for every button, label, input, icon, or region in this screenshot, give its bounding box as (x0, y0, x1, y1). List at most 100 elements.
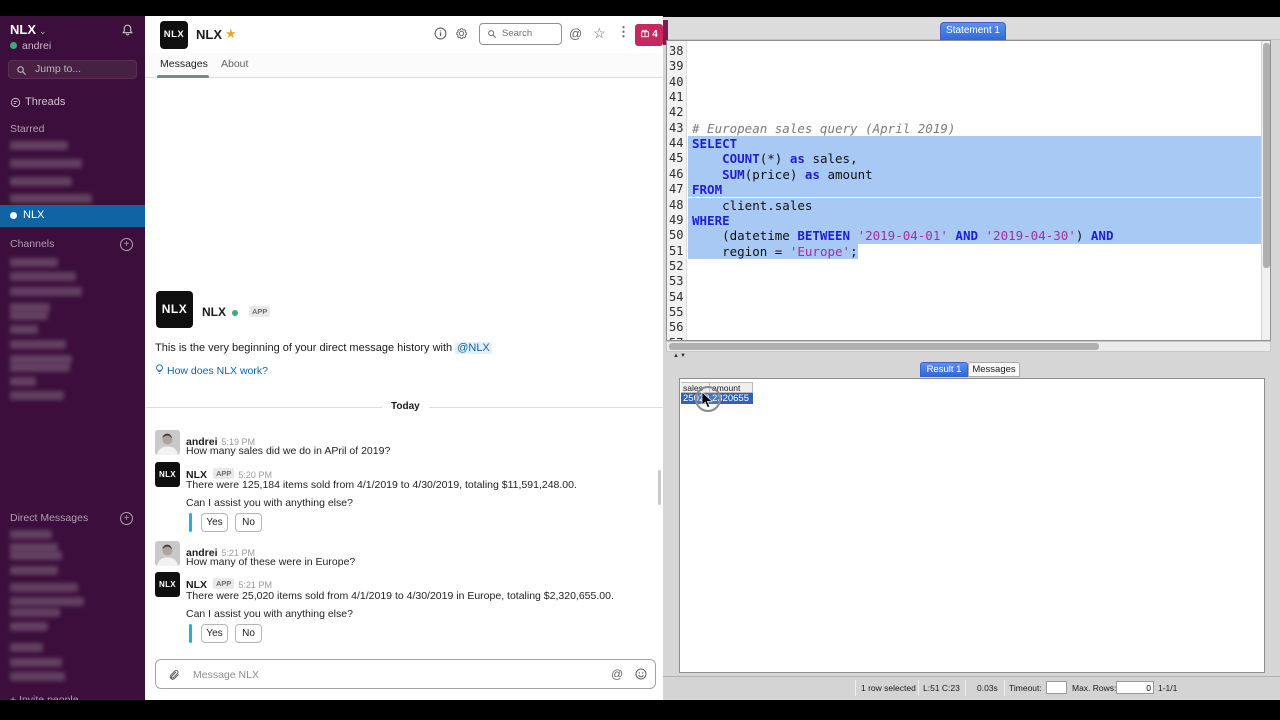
editor-vscrollbar[interactable] (1261, 41, 1270, 340)
invite-people-link[interactable]: + Invite people (10, 694, 79, 700)
redacted-sidebar-item[interactable] (10, 340, 66, 349)
screen: NLX⌄ andrei Jump to... Threads Starred N… (0, 0, 1280, 720)
user-presence[interactable]: andrei (10, 40, 51, 52)
sql-code-editor[interactable]: 3839404142434445464748495051525354555657… (666, 40, 1271, 341)
timeout-input[interactable] (1046, 681, 1067, 694)
add-dm-button[interactable]: + (120, 512, 133, 525)
no-button[interactable]: No (235, 624, 262, 643)
redacted-sidebar-item[interactable] (10, 551, 62, 560)
code-line: SUM(price) as amount (688, 167, 1261, 182)
tab-messages[interactable]: Messages (968, 362, 1020, 377)
mention-insert-icon[interactable]: @ (611, 667, 623, 681)
line-number: 56 (667, 320, 685, 334)
scrollbar-thumb[interactable] (669, 343, 1099, 350)
scrollbar-thumb[interactable] (1263, 43, 1270, 268)
cursor-position-status: L:51 C:23 (923, 683, 960, 693)
redacted-sidebar-item[interactable] (10, 177, 72, 186)
code-line (688, 305, 1261, 320)
how-does-nlx-work-link[interactable]: How does NLX work? (155, 364, 268, 377)
lightbulb-icon (155, 364, 164, 375)
code-line (688, 274, 1261, 289)
chevron-down-icon: ⌄ (39, 26, 47, 36)
redacted-sidebar-item[interactable] (10, 311, 48, 320)
chat-scrollbar[interactable] (658, 470, 661, 505)
threads-icon (10, 97, 21, 108)
code-line (688, 90, 1261, 105)
user-avatar (155, 541, 180, 566)
paperclip-icon[interactable] (168, 668, 180, 681)
message-history: NLX NLXAPP This is the very beginning of… (145, 16, 663, 700)
message-text: How many of these were in Europe? (186, 556, 355, 568)
exec-time-status: 0.03s (977, 683, 998, 693)
redacted-sidebar-item[interactable] (10, 530, 52, 539)
redacted-sidebar-item[interactable] (10, 658, 62, 667)
mouse-cursor (701, 392, 713, 409)
redacted-sidebar-item[interactable] (10, 566, 58, 575)
presence-dot (10, 212, 17, 219)
result-grid[interactable]: salesamount250202320655 (679, 378, 1265, 673)
redacted-sidebar-item[interactable] (10, 391, 64, 400)
section-channels: Channels + (0, 238, 145, 252)
message-composer[interactable]: Message NLX @ (155, 659, 656, 689)
redacted-sidebar-item[interactable] (10, 159, 82, 168)
add-channel-button[interactable]: + (120, 238, 133, 251)
emoji-icon[interactable] (635, 668, 647, 680)
no-button[interactable]: No (235, 513, 262, 532)
message-followup-text: Can I assist you with anything else? (186, 608, 353, 620)
redacted-sidebar-item[interactable] (10, 597, 84, 606)
app-badge: APP (213, 578, 234, 589)
app-badge: APP (249, 306, 270, 317)
tab-result-1[interactable]: Result 1 (920, 362, 968, 377)
line-number: 51 (667, 244, 685, 258)
redacted-sidebar-item[interactable] (10, 672, 65, 681)
redacted-sidebar-item[interactable] (10, 287, 82, 296)
message-followup-text: Can I assist you with anything else? (186, 497, 353, 509)
redacted-sidebar-item[interactable] (10, 643, 43, 652)
redacted-sidebar-item[interactable] (10, 272, 76, 281)
sidebar-item-threads[interactable]: Threads (0, 96, 145, 110)
line-number: 40 (667, 75, 685, 89)
timeout-label: Timeout: (1009, 683, 1042, 693)
line-number: 43 (667, 121, 685, 135)
code-line (688, 259, 1261, 274)
redacted-sidebar-item[interactable] (10, 325, 38, 334)
nlx-avatar: NLX (155, 572, 180, 597)
line-number: 41 (667, 90, 685, 104)
line-number: 54 (667, 290, 685, 304)
app-badge: APP (213, 468, 234, 479)
redacted-sidebar-item[interactable] (10, 363, 70, 372)
redacted-sidebar-item[interactable] (10, 583, 78, 592)
editor-hscrollbar[interactable] (666, 341, 1271, 352)
code-line (688, 75, 1261, 90)
redacted-sidebar-item[interactable] (10, 608, 60, 617)
redacted-sidebar-item[interactable] (10, 258, 58, 267)
jump-to-input[interactable]: Jump to... (8, 60, 137, 79)
nlx-mention[interactable]: @NLX (455, 342, 492, 354)
tab-statement-1[interactable]: Statement 1 (940, 22, 1006, 40)
presence-dot (10, 42, 17, 49)
workspace-menu[interactable]: NLX⌄ (10, 22, 47, 37)
notifications-bell-icon[interactable] (121, 23, 134, 37)
jump-search-icon (16, 65, 27, 76)
code-line: client.sales (688, 198, 1261, 213)
yes-button[interactable]: Yes (201, 513, 228, 532)
history-intro-text: This is the very beginning of your direc… (155, 342, 492, 354)
redacted-sidebar-item[interactable] (10, 194, 92, 203)
section-dms: Direct Messages + (0, 512, 145, 526)
chat-panel: NLX NLX ★ Search @ ☆ ⋮ 4 Messages Ab (145, 16, 663, 700)
code-line (688, 105, 1261, 120)
line-number: 49 (667, 213, 685, 227)
maxrows-input[interactable]: 0 (1116, 681, 1154, 694)
redacted-sidebar-item[interactable] (10, 622, 48, 631)
line-number: 45 (667, 151, 685, 165)
redacted-sidebar-item[interactable] (10, 377, 36, 386)
redacted-sidebar-item[interactable] (10, 141, 68, 150)
yes-button[interactable]: Yes (201, 624, 228, 643)
nlx-avatar-large: NLX (156, 291, 193, 328)
intro-app-name: NLXAPP (202, 305, 270, 319)
code-line: (datetime BETWEEN '2019-04-01' AND '2019… (688, 228, 1261, 243)
panel-sash[interactable]: ▲▼ (673, 353, 687, 359)
line-number: 50 (667, 228, 685, 242)
code-line (688, 290, 1261, 305)
sidebar-item-nlx[interactable]: NLX (0, 205, 145, 227)
